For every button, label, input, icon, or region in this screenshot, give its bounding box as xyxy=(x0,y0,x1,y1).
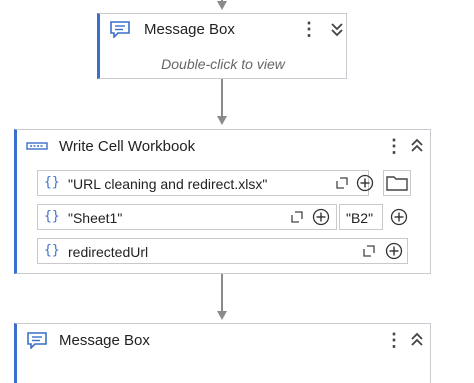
activity-header[interactable]: Message Box ⋮ xyxy=(100,14,346,45)
double-chevron-up-icon[interactable] xyxy=(409,137,425,155)
browse-folder-button[interactable] xyxy=(383,170,411,196)
message-box-activity-2[interactable]: Message Box ⋮ xyxy=(14,323,431,383)
cell-value: "B2" xyxy=(346,210,374,226)
workbook-path-value: "URL cleaning and redirect.xlsx" xyxy=(68,176,268,192)
folder-icon xyxy=(386,176,408,191)
activity-title: Write Cell Workbook xyxy=(59,138,196,155)
connector-1 xyxy=(221,79,223,117)
expression-braces-icon: {} xyxy=(44,209,60,224)
arrow-2 xyxy=(217,311,227,320)
write-cell-workbook-activity[interactable]: Write Cell Workbook ⋮ {} "URL cleaning a… xyxy=(14,129,431,274)
plus-circle-icon[interactable] xyxy=(385,242,403,260)
workbook-path-field[interactable]: {} "URL cleaning and redirect.xlsx" xyxy=(37,170,374,196)
message-box-icon xyxy=(110,21,130,38)
sheet-name-value: "Sheet1" xyxy=(68,210,123,226)
expand-editor-icon[interactable] xyxy=(291,211,303,223)
sheet-name-field[interactable]: {} "Sheet1" xyxy=(37,204,337,230)
activity-title: Message Box xyxy=(59,332,150,349)
cell-field[interactable]: "B2" xyxy=(339,204,383,230)
expand-editor-icon[interactable] xyxy=(336,177,348,189)
expand-editor-icon[interactable] xyxy=(363,245,375,257)
write-cell-icon xyxy=(26,142,48,150)
plus-circle-icon[interactable] xyxy=(312,208,330,226)
activity-header[interactable]: Message Box ⋮ xyxy=(17,324,430,355)
more-options-icon[interactable]: ⋮ xyxy=(385,329,403,351)
plus-circle-icon[interactable] xyxy=(356,174,374,192)
cell-value-expression: redirectedUrl xyxy=(68,244,149,260)
double-chevron-up-icon[interactable] xyxy=(409,331,425,349)
more-options-icon[interactable]: ⋮ xyxy=(300,18,318,40)
arrow-top xyxy=(217,1,227,10)
plus-circle-icon[interactable] xyxy=(390,208,408,226)
activity-title: Message Box xyxy=(144,21,235,38)
message-box-icon xyxy=(27,332,47,349)
arrow-1 xyxy=(217,116,227,125)
double-chevron-down-icon[interactable] xyxy=(329,20,345,38)
activity-header[interactable]: Write Cell Workbook ⋮ xyxy=(17,130,430,161)
cell-value-field[interactable]: {} redirectedUrl xyxy=(37,238,408,264)
connector-2 xyxy=(221,274,223,312)
expression-braces-icon: {} xyxy=(44,243,60,258)
message-box-activity-1[interactable]: Message Box ⋮ Double-click to view xyxy=(97,13,347,79)
expression-braces-icon: {} xyxy=(44,175,60,190)
double-click-hint: Double-click to view xyxy=(161,56,285,72)
more-options-icon[interactable]: ⋮ xyxy=(385,135,403,157)
